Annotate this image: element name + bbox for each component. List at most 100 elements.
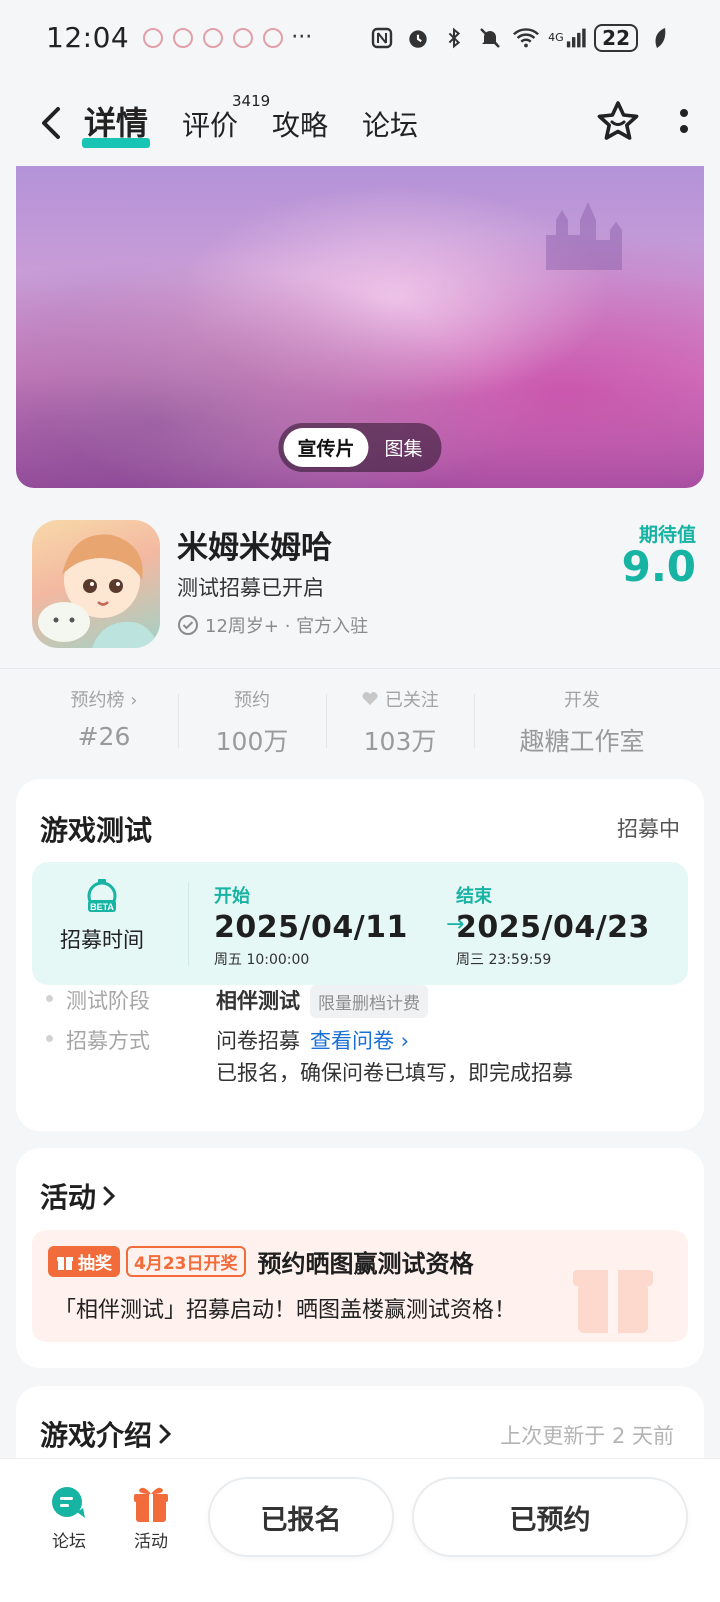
gallery-option[interactable]: 图集 <box>371 428 437 467</box>
recruit-note-row: 已报名，确保问卷已填写，即完成招募 <box>216 1057 573 1087</box>
battery-indicator: 22 <box>594 23 638 52</box>
notification-icon <box>233 27 254 48</box>
last-updated: 上次更新于 2 天前 <box>500 1424 674 1448</box>
stat-value: 趣糖工作室 <box>519 727 645 756</box>
end-date: 2025/04/23 <box>456 910 650 945</box>
gift-decoration-icon <box>573 1270 653 1333</box>
start-weekday-time: 周五 10:00:00 <box>214 952 310 968</box>
mute-icon <box>476 24 504 52</box>
stat-label: 开发 <box>564 690 600 711</box>
stat-value: #26 <box>77 722 131 751</box>
stat-label: 预约榜 › <box>70 690 138 711</box>
card-title: 活动 <box>40 1181 97 1214</box>
activity-label: 活动 <box>134 1532 168 1552</box>
chevron-right-icon <box>103 1186 116 1206</box>
alarm-icon <box>404 24 432 52</box>
heart-check-icon <box>362 692 378 705</box>
svg-text:BETA: BETA <box>90 902 114 912</box>
beta-timer-icon: BETA <box>87 879 117 912</box>
card-title: 游戏测试 <box>40 814 153 847</box>
signed-up-button[interactable]: 已报名 <box>208 1477 394 1557</box>
divider <box>0 668 720 669</box>
stat-developer[interactable]: 开发 趣糖工作室 <box>474 686 690 756</box>
status-bar: 12:04 ··· 4G 22 <box>0 0 720 75</box>
notification-icon <box>143 27 164 48</box>
tab-guides[interactable]: 攻略 <box>272 104 328 148</box>
recruit-method-value: 问卷招募 <box>216 1029 300 1053</box>
chevron-right-icon <box>159 1424 172 1444</box>
network-type: 4G <box>548 31 564 44</box>
view-questionnaire-link[interactable]: 查看问卷 › <box>310 1025 409 1055</box>
reviews-count-badge: 3419 <box>232 92 271 110</box>
activity-item[interactable]: 抽奖 4月23日开奖 预约晒图赢测试资格 「相伴测试」招募启动！晒图盖楼赢测试资… <box>32 1230 688 1342</box>
top-navigation: 详情 评价 3419 攻略 论坛 <box>0 80 720 166</box>
reserved-button[interactable]: 已预约 <box>412 1477 688 1557</box>
recruit-note: 已报名，确保问卷已填写，即完成招募 <box>216 1061 573 1085</box>
recruit-method-row: 招募方式 问卷招募 查看问卷 › <box>46 1025 409 1055</box>
test-phase-row: 测试阶段 相伴测试 限量删档计费 <box>46 985 428 1018</box>
media-toggle: 宣传片 图集 <box>278 423 442 472</box>
game-status: 测试招募已开启 <box>177 576 324 600</box>
notification-icon <box>263 27 284 48</box>
castle-silhouette <box>546 202 622 270</box>
age-and-official: 12周岁+ · 官方入驻 <box>205 616 369 637</box>
activity-card: 活动 抽奖 4月23日开奖 预约晒图赢测试资格 「相伴测试」招募启动！晒图盖楼赢… <box>16 1148 704 1368</box>
back-button[interactable] <box>30 102 72 144</box>
more-options-icon[interactable] <box>678 106 690 140</box>
game-icon[interactable] <box>32 520 160 648</box>
start-date: 2025/04/11 <box>214 910 408 945</box>
activity-headline: 预约晒图赢测试资格 <box>257 1250 474 1278</box>
game-test-card: 游戏测试 招募中 BETA 招募时间 开始 2025/04/11 周五 10:0… <box>16 779 704 1131</box>
end-weekday-time: 周三 23:59:59 <box>456 952 552 968</box>
video-option[interactable]: 宣传片 <box>283 428 369 467</box>
notification-icon <box>173 27 194 48</box>
stat-ranking[interactable]: 预约榜 › #26 <box>30 686 178 756</box>
end-label: 结束 <box>456 886 492 907</box>
start-time-block: 开始 2025/04/11 周五 10:00:00 <box>214 882 408 969</box>
activity-button[interactable]: 活动 <box>116 1481 186 1552</box>
forum-button[interactable]: 论坛 <box>34 1481 104 1552</box>
activity-description: 「相伴测试」招募启动！晒图盖楼赢测试资格！ <box>54 1298 517 1323</box>
forum-chat-icon <box>52 1487 85 1518</box>
promo-banner[interactable]: 宣传片 图集 <box>16 166 704 488</box>
start-label: 开始 <box>214 886 250 907</box>
tab-details[interactable]: 详情 <box>81 98 151 148</box>
activity-line: 抽奖 4月23日开奖 预约晒图赢测试资格 <box>48 1244 474 1279</box>
leaf-icon <box>646 24 674 52</box>
stat-label: 已关注 <box>326 686 474 712</box>
wifi-icon <box>512 24 540 52</box>
forum-label: 论坛 <box>52 1532 86 1552</box>
stat-followers[interactable]: 已关注 103万 <box>326 686 474 756</box>
stat-value: 103万 <box>363 727 437 756</box>
status-time: 12:04 <box>46 21 130 54</box>
recruit-time-label: 招募时间 <box>60 928 144 952</box>
gift-icon <box>57 1256 73 1270</box>
notification-icon <box>203 27 224 48</box>
recruit-method-label: 招募方式 <box>46 1025 216 1055</box>
tab-forum[interactable]: 论坛 <box>362 104 418 148</box>
game-info: 米姆米姆哈 测试招募已开启 12周岁+ · 官方入驻 期待值 9.0 <box>32 520 696 648</box>
signal-icon: 4G <box>548 24 586 52</box>
stat-label-text: 已关注 <box>384 690 439 711</box>
tab-reviews-label: 评价 <box>182 109 239 142</box>
notification-icons <box>143 27 284 48</box>
test-phase-value: 相伴测试 <box>216 989 300 1013</box>
back-arrow-icon <box>42 107 60 139</box>
intro-header[interactable]: 游戏介绍 <box>40 1414 172 1454</box>
tab-bar: 详情 评价 3419 攻略 论坛 <box>81 92 418 148</box>
recruit-status: 招募中 <box>617 817 680 841</box>
activity-header[interactable]: 活动 <box>40 1176 116 1216</box>
recruit-time-label-block: BETA 招募时间 <box>32 878 172 954</box>
gift-icon <box>134 1487 168 1522</box>
lottery-tag-label: 抽奖 <box>78 1254 112 1274</box>
tab-reviews[interactable]: 评价 3419 <box>182 92 270 148</box>
stat-value: 100万 <box>215 727 289 756</box>
test-phase-label: 测试阶段 <box>46 985 216 1018</box>
nfc-icon <box>368 24 396 52</box>
separator <box>188 882 189 966</box>
favorite-star-icon[interactable] <box>596 100 640 146</box>
verified-check-icon <box>178 615 198 635</box>
draw-date-tag: 4月23日开奖 <box>126 1246 246 1277</box>
bottom-action-bar: 论坛 活动 已报名 已预约 <box>0 1458 720 1602</box>
stat-reservations: 预约 100万 <box>178 686 326 756</box>
